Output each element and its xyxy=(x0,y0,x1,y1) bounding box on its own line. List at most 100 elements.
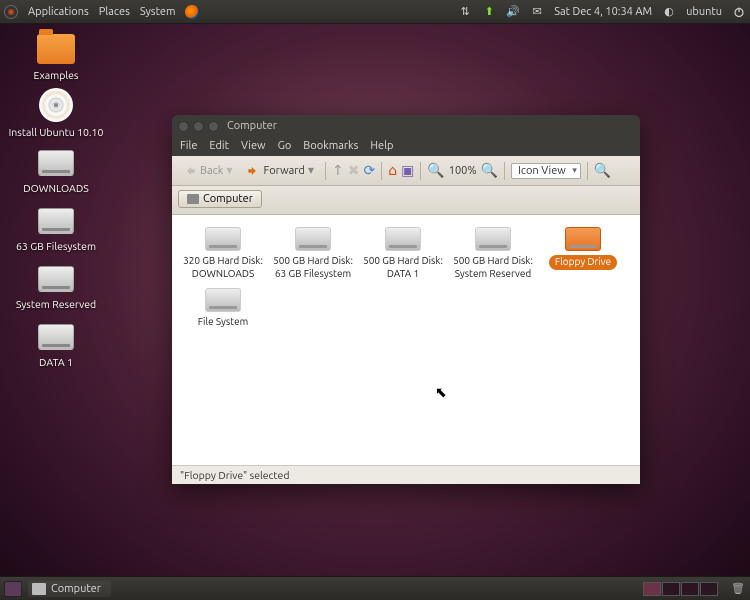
reload-icon[interactable]: ⟳ xyxy=(363,162,375,179)
hdd-icon xyxy=(38,150,74,176)
trash-icon[interactable]: 🗑 xyxy=(730,581,746,597)
desktop-icon-examples[interactable]: Examples xyxy=(8,30,104,81)
fm-item-label: 500 GB Hard Disk: xyxy=(360,255,446,268)
workspace-1[interactable] xyxy=(643,582,661,596)
fm-item-label: 63 GB Filesystem xyxy=(270,268,356,281)
menu-go[interactable]: Go xyxy=(278,140,292,152)
top-panel: ◉ Applications Places System ⇅ ⬆ 🔊 ✉ Sat… xyxy=(0,0,750,24)
menu-bookmarks[interactable]: Bookmarks xyxy=(303,140,358,152)
menubar: File Edit View Go Bookmarks Help xyxy=(172,137,640,156)
clock[interactable]: Sat Dec 4, 10:34 AM xyxy=(554,6,652,18)
desktop-icon-label: Examples xyxy=(8,69,104,81)
titlebar[interactable]: Computer xyxy=(172,115,640,137)
user-menu[interactable]: ubuntu xyxy=(686,6,722,18)
hdd-icon xyxy=(38,266,74,292)
chevron-down-icon: ▼ xyxy=(308,166,314,175)
status-bar: "Floppy Drive" selected xyxy=(172,465,640,484)
firefox-icon[interactable] xyxy=(185,5,199,19)
fm-item-label: Floppy Drive xyxy=(549,255,617,270)
drive-icon xyxy=(205,227,241,251)
drive-icon xyxy=(475,227,511,251)
maximize-button[interactable] xyxy=(208,121,219,132)
up-icon[interactable]: ↑ xyxy=(332,162,344,179)
fm-item-label: System Reserved xyxy=(450,268,536,281)
desktop-icon-downloads[interactable]: DOWNLOADS xyxy=(8,144,104,194)
cd-icon xyxy=(39,88,73,122)
home-icon[interactable]: ⌂ xyxy=(388,162,397,179)
pathbar: Computer xyxy=(172,186,640,215)
menu-edit[interactable]: Edit xyxy=(209,140,229,152)
back-button[interactable]: Back ▼ xyxy=(178,162,237,180)
forward-button[interactable]: Forward ▼ xyxy=(241,162,319,180)
fm-item-label: DOWNLOADS xyxy=(180,268,266,281)
computer-icon[interactable]: ▣ xyxy=(401,162,414,179)
fm-item[interactable]: 500 GB Hard Disk:System Reserved xyxy=(450,225,536,280)
drive-icon xyxy=(295,227,331,251)
desktop-icon-63gb[interactable]: 63 GB Filesystem xyxy=(8,202,104,252)
network-icon[interactable]: ⇅ xyxy=(458,5,472,19)
ubuntu-logo-icon[interactable]: ◉ xyxy=(4,5,18,19)
file-manager-window: Computer File Edit View Go Bookmarks Hel… xyxy=(172,115,640,484)
window-icon xyxy=(32,583,46,595)
menu-help[interactable]: Help xyxy=(370,140,393,152)
fm-item-label: DATA 1 xyxy=(360,268,446,281)
fm-item-label: File System xyxy=(180,316,266,329)
menu-applications[interactable]: Applications xyxy=(28,6,89,18)
taskbar-item-computer[interactable]: Computer xyxy=(28,581,111,597)
updates-icon[interactable]: ⬆ xyxy=(482,5,496,19)
menu-system[interactable]: System xyxy=(140,6,176,18)
zoom-in-icon[interactable]: 🔍 xyxy=(481,162,498,179)
path-computer-button[interactable]: Computer xyxy=(178,190,262,208)
zoom-level: 100% xyxy=(449,165,477,177)
view-mode-select[interactable]: Icon View xyxy=(511,163,581,179)
desktop-icon-label: DATA 1 xyxy=(8,356,104,368)
fm-item[interactable]: File System xyxy=(180,286,266,329)
volume-icon[interactable]: 🔊 xyxy=(506,5,520,19)
workspace-3[interactable] xyxy=(681,582,699,596)
fm-item[interactable]: 320 GB Hard Disk:DOWNLOADS xyxy=(180,225,266,280)
drive-icon xyxy=(385,227,421,251)
icon-view[interactable]: 320 GB Hard Disk:DOWNLOADS500 GB Hard Di… xyxy=(172,215,640,465)
drive-icon xyxy=(565,227,601,251)
stop-icon[interactable]: ✖ xyxy=(348,162,360,179)
bottom-panel: Computer 🗑 xyxy=(0,576,750,600)
menu-file[interactable]: File xyxy=(180,140,197,152)
arrow-right-icon xyxy=(246,164,260,178)
desktop-icon-label: System Reserved xyxy=(8,298,104,310)
desktop-icon-data1[interactable]: DATA 1 xyxy=(8,318,104,368)
desktop[interactable]: Examples Install Ubuntu 10.10 DOWNLOADS … xyxy=(0,24,750,576)
minimize-button[interactable] xyxy=(193,121,204,132)
mail-icon[interactable]: ✉ xyxy=(530,5,544,19)
menu-places[interactable]: Places xyxy=(99,6,130,18)
chevron-down-icon: ▼ xyxy=(226,166,232,175)
fm-item[interactable]: 500 GB Hard Disk:63 GB Filesystem xyxy=(270,225,356,280)
hdd-icon xyxy=(38,208,74,234)
fm-item-label: 320 GB Hard Disk: xyxy=(180,255,266,268)
hdd-icon xyxy=(38,324,74,350)
desktop-icon-install[interactable]: Install Ubuntu 10.10 xyxy=(8,86,104,138)
close-button[interactable] xyxy=(178,121,189,132)
desktop-icon-label: 63 GB Filesystem xyxy=(8,240,104,252)
workspace-2[interactable] xyxy=(662,582,680,596)
power-icon[interactable] xyxy=(732,5,746,19)
drive-icon xyxy=(205,288,241,312)
zoom-out-icon[interactable]: 🔍 xyxy=(427,162,444,179)
desktop-icon-label: Install Ubuntu 10.10 xyxy=(8,126,104,138)
toolbar: Back ▼ Forward ▼ ↑ ✖ ⟳ ⌂ ▣ 🔍 100% 🔍 Icon… xyxy=(172,156,640,186)
window-title: Computer xyxy=(227,120,277,132)
fm-item[interactable]: Floppy Drive xyxy=(540,225,626,280)
search-icon[interactable]: 🔍 xyxy=(594,162,611,179)
desktop-icon-label: DOWNLOADS xyxy=(8,182,104,194)
computer-icon xyxy=(187,194,199,204)
folder-icon xyxy=(37,34,75,64)
menu-view[interactable]: View xyxy=(241,140,266,152)
fm-item-label: 500 GB Hard Disk: xyxy=(450,255,536,268)
fm-item[interactable]: 500 GB Hard Disk:DATA 1 xyxy=(360,225,446,280)
show-desktop-button[interactable] xyxy=(4,581,22,597)
fm-item-label: 500 GB Hard Disk: xyxy=(270,255,356,268)
desktop-icon-sysres[interactable]: System Reserved xyxy=(8,260,104,310)
status-text: "Floppy Drive" selected xyxy=(180,469,289,481)
session-icon[interactable]: ◐ xyxy=(662,5,676,19)
workspace-4[interactable] xyxy=(700,582,718,596)
workspace-switcher[interactable] xyxy=(643,582,718,596)
